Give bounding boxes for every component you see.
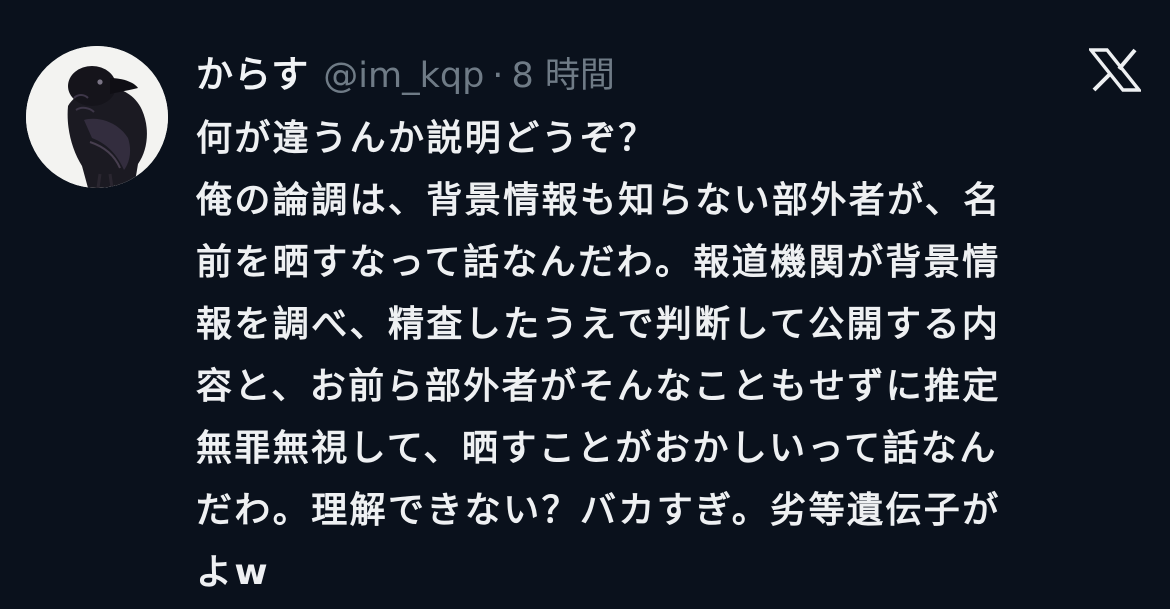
tweet-text-line: 何が違うんか説明どうぞ？ [196,118,657,159]
separator-dot: · [492,56,504,96]
tweet-text-line: 報を調べ、精査したうえで判断して公開する内 [196,304,1001,345]
x-logo-icon[interactable] [1089,48,1141,92]
tweet-card: からす @im_kqp · 8 時間 何が違うんか説明どうぞ？ 俺の論調は、背景情… [0,0,1170,609]
tweet-text-line: 無罪無視して、晒すことがおかしいって話なん [196,428,998,469]
tweet-text-line: 前を晒すなって話なんだわ。報道機関が背景情 [196,242,1001,283]
tweet-text: 何が違うんか説明どうぞ？ 俺の論調は、背景情報も知らない部外者が、名 前を晒すなって… [196,108,1146,604]
tweet-text-line: 容と、お前ら部外者がそんなこともせずに推定 [196,366,1001,407]
crow-avatar-icon [26,46,168,188]
timestamp[interactable]: 8 時間 [511,47,614,98]
tweet-header: からす @im_kqp · 8 時間 [196,44,615,100]
tweet-text-line: 俺の論調は、背景情報も知らない部外者が、名 [196,180,1002,221]
tweet-text-line: だわ。理解できない？バカすぎ。劣等遺伝子が [196,490,1001,531]
user-handle[interactable]: @im_kqp [323,56,484,96]
tweet-text-line: よw [196,552,271,593]
display-name[interactable]: からす [196,44,309,98]
avatar[interactable] [26,46,168,188]
